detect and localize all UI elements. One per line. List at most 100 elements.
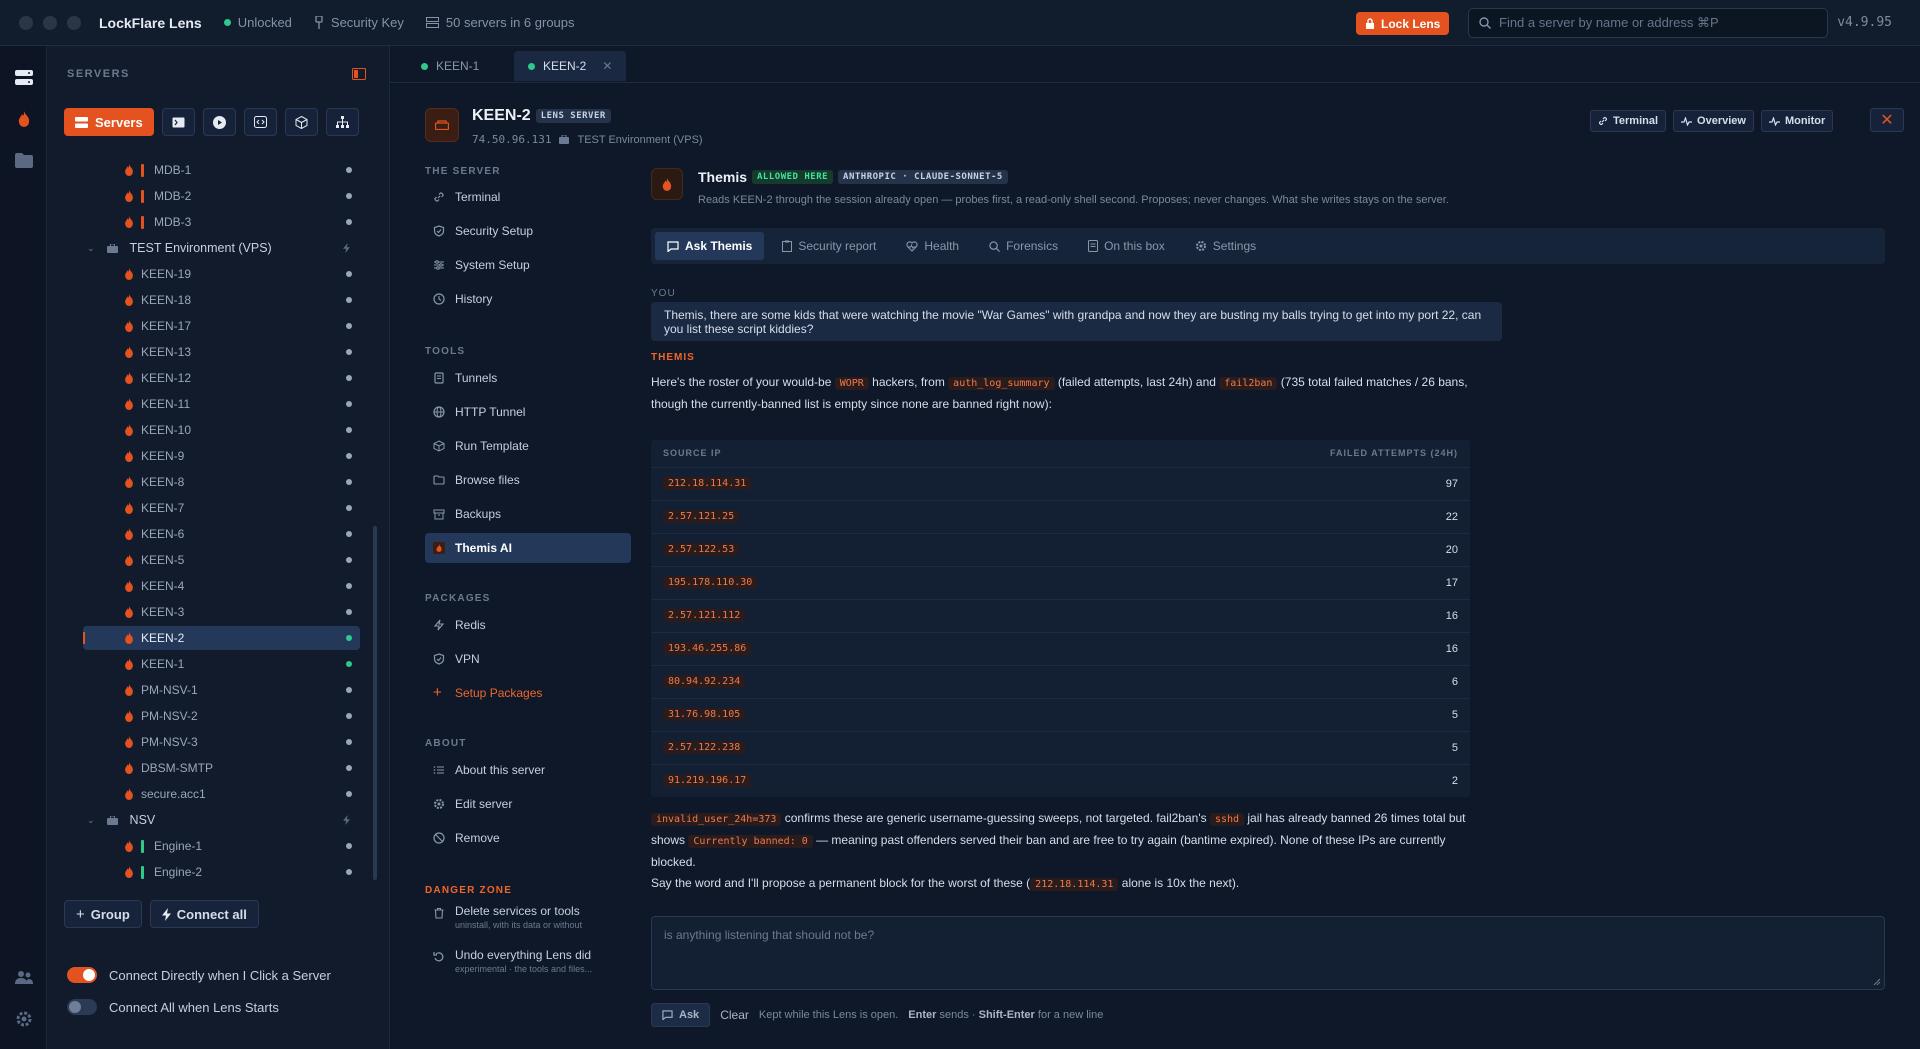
code-view-button[interactable] <box>243 108 277 136</box>
app-version: v4.9.95 <box>1837 15 1892 30</box>
sidebar-item-server[interactable]: Engine-1 <box>83 834 360 858</box>
servers-view-button[interactable]: Servers <box>64 108 154 136</box>
sidebar-item-server[interactable]: KEEN-7 <box>83 496 360 520</box>
tree-group[interactable]: ⌄ TEST Environment (VPS) <box>87 236 360 260</box>
clear-button[interactable]: Clear <box>720 1008 749 1022</box>
connect-all-button[interactable]: Connect all <box>149 900 259 928</box>
sidebar-item-server[interactable]: PM-NSV-3 <box>83 730 360 754</box>
collapse-sidebar-button[interactable] <box>352 68 366 80</box>
lock-lens-button[interactable]: Lock Lens <box>1356 12 1450 35</box>
connection-dot-icon <box>346 297 352 303</box>
nav-security-setup[interactable]: Security Setup <box>425 216 631 246</box>
nav-label: Remove <box>455 831 500 845</box>
nav-undo-everything[interactable]: Undo everything Lens did experimental · t… <box>425 948 631 986</box>
server-box-icon <box>435 120 449 130</box>
sidebar-item-server[interactable]: KEEN-3 <box>83 600 360 624</box>
sidebar-item-server[interactable]: PM-NSV-2 <box>83 704 360 728</box>
sidebar-item-server[interactable]: KEEN-5 <box>83 548 360 572</box>
nav-http-tunnel[interactable]: HTTP Tunnel <box>425 397 631 427</box>
sidebar-item-server[interactable]: DBSM-SMTP <box>83 756 360 780</box>
nav-backups[interactable]: Backups <box>425 499 631 529</box>
sidebar-item-server[interactable]: KEEN-13 <box>83 340 360 364</box>
tab-keen-2[interactable]: KEEN-2 ✕ <box>514 51 627 81</box>
monitor-button[interactable]: Monitor <box>1760 110 1834 132</box>
chevron-down-icon[interactable]: ⌄ <box>87 243 95 254</box>
close-server-button[interactable]: ✕ <box>1870 108 1904 132</box>
sidebar-item-server[interactable]: KEEN-2 <box>83 626 360 650</box>
files-rail-button[interactable] <box>11 147 37 173</box>
chat-icon <box>667 240 679 252</box>
sidebar-item-server[interactable]: MDB-3 <box>83 210 360 234</box>
servers-rail-button[interactable] <box>11 65 37 91</box>
settings-rail-button[interactable] <box>11 1006 37 1032</box>
nav-about-server[interactable]: About this server <box>425 755 631 785</box>
users-rail-button[interactable] <box>11 964 37 990</box>
nav-browse-files[interactable]: Browse files <box>425 465 631 495</box>
packages-view-button[interactable] <box>284 108 318 136</box>
tab-settings[interactable]: Settings <box>1183 232 1268 260</box>
nav-edit-server[interactable]: Edit server <box>425 789 631 819</box>
sidebar-item-server[interactable]: KEEN-8 <box>83 470 360 494</box>
unlocked-dot-icon <box>223 19 231 26</box>
lightning-icon[interactable] <box>343 815 350 825</box>
nav-system-setup[interactable]: System Setup <box>425 250 631 280</box>
server-search-input[interactable]: Find a server by name or address ⌘P <box>1468 8 1828 38</box>
nav-run-template[interactable]: Run Template <box>425 431 631 461</box>
sidebar-item-server[interactable]: KEEN-10 <box>83 418 360 442</box>
nav-terminal[interactable]: Terminal <box>425 182 631 212</box>
sidebar-item-server[interactable]: KEEN-11 <box>83 392 360 416</box>
nav-tunnels[interactable]: Tunnels <box>425 363 631 393</box>
ask-placeholder: is anything listening that should not be… <box>664 928 875 942</box>
sidebar-item-server[interactable]: secure.acc1 <box>83 782 360 806</box>
sidebar-item-server[interactable]: KEEN-4 <box>83 574 360 598</box>
close-tab-icon[interactable]: ✕ <box>602 59 612 73</box>
run-view-button[interactable] <box>202 108 236 136</box>
overview-button[interactable]: Overview <box>1673 110 1754 132</box>
nav-history[interactable]: History <box>425 284 631 314</box>
connect-on-start-toggle[interactable] <box>67 999 97 1015</box>
sidebar-item-server[interactable]: PM-NSV-1 <box>83 678 360 702</box>
resize-handle-icon[interactable] <box>1873 978 1881 986</box>
minimize-window-button[interactable] <box>43 15 57 30</box>
sidebar-item-server[interactable]: Engine-2 <box>83 860 360 884</box>
tab-forensics[interactable]: Forensics <box>977 232 1070 260</box>
gear-icon <box>1195 241 1206 251</box>
connection-dot-icon <box>346 765 352 771</box>
sidebar-item-server[interactable]: KEEN-1 <box>83 652 360 676</box>
sidebar-item-server[interactable]: MDB-1 <box>83 158 360 182</box>
connection-dot-icon <box>346 869 352 875</box>
ask-button[interactable]: Ask <box>651 1003 711 1027</box>
sidebar-item-server[interactable]: KEEN-19 <box>83 262 360 286</box>
nav-themis-ai[interactable]: Themis AI <box>425 533 631 563</box>
network-view-button[interactable] <box>325 108 359 136</box>
sidebar-item-server[interactable]: KEEN-18 <box>83 288 360 312</box>
nav-delete-services[interactable]: Delete services or tools uninstall, with … <box>425 904 631 942</box>
nav-redis[interactable]: Redis <box>425 610 631 640</box>
sidebar-item-server[interactable]: KEEN-9 <box>83 444 360 468</box>
ask-input[interactable]: is anything listening that should not be… <box>651 916 1885 990</box>
tree-group[interactable]: ⌄ NSV <box>87 808 360 832</box>
sidebar-item-server[interactable]: KEEN-6 <box>83 522 360 546</box>
themis-rail-button[interactable] <box>11 106 37 132</box>
close-window-button[interactable] <box>19 15 33 30</box>
sidebar-scrollbar[interactable] <box>373 526 377 880</box>
sidebar-item-server[interactable]: KEEN-17 <box>83 314 360 338</box>
add-group-button[interactable]: + Group <box>64 900 142 928</box>
lightning-icon[interactable] <box>343 243 350 253</box>
chevron-down-icon[interactable]: ⌄ <box>87 815 95 826</box>
nav-remove[interactable]: Remove <box>425 823 631 853</box>
terminal-button[interactable]: Terminal <box>1590 110 1667 132</box>
maximize-window-button[interactable] <box>67 15 81 30</box>
nav-vpn[interactable]: VPN <box>425 644 631 674</box>
tab-health[interactable]: Health <box>894 232 971 260</box>
connect-on-click-toggle[interactable] <box>67 967 97 983</box>
terminal-view-button[interactable] <box>161 108 195 136</box>
sidebar-item-server[interactable]: MDB-2 <box>83 184 360 208</box>
tab-ask-themis[interactable]: Ask Themis <box>655 232 765 260</box>
tab-keen-1[interactable]: KEEN-1 <box>407 51 493 81</box>
nav-setup-packages[interactable]: + Setup Packages <box>425 678 631 708</box>
tab-on-this-box[interactable]: On this box <box>1076 232 1177 260</box>
tab-security-report[interactable]: Security report <box>770 232 888 260</box>
sidebar-item-server[interactable]: KEEN-12 <box>83 366 360 390</box>
security-key[interactable]: Security Key <box>314 15 404 30</box>
